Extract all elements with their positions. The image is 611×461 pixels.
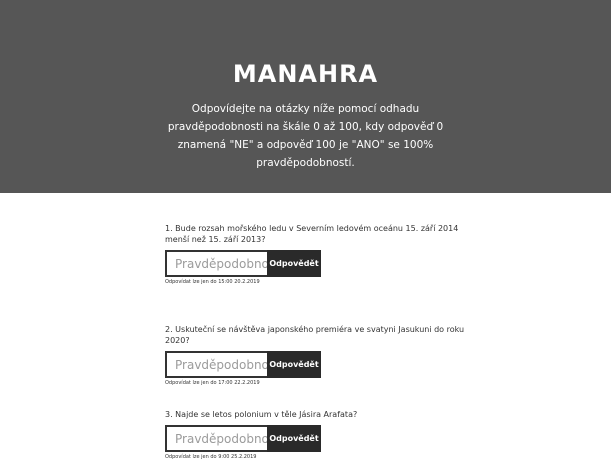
- answer-button[interactable]: Odpovědět: [267, 250, 321, 277]
- answer-row: Odpovědět: [165, 351, 465, 378]
- question-text: 3. Najde se letos polonium v těle Jásira…: [165, 410, 358, 419]
- question-block: 3. Najde se letos polonium v těle Jásira…: [165, 409, 465, 460]
- header-banner: MANAHRA Odpovídejte na otázky níže pomoc…: [0, 0, 611, 193]
- probability-input[interactable]: [165, 425, 267, 452]
- answer-button[interactable]: Odpovědět: [267, 351, 321, 378]
- page-title: MANAHRA: [232, 60, 379, 88]
- question-text: 2. Uskuteční se návštěva japonského prem…: [165, 325, 465, 345]
- deadline-note: Odpovídat lze jen do 17:00 22.2.2019: [165, 380, 260, 386]
- question-text: 1. Bude rozsah mořského ledu v Severním …: [165, 224, 459, 244]
- question-block: 2. Uskuteční se návštěva japonského prem…: [165, 324, 465, 386]
- answer-button[interactable]: Odpovědět: [267, 425, 321, 452]
- deadline-note: Odpovídat lze jen do 15:00 20.2.2019: [165, 279, 260, 285]
- probability-input[interactable]: [165, 250, 267, 277]
- answer-row: Odpovědět: [165, 425, 465, 452]
- page-description: Odpovídejte na otázky níže pomocí odhadu…: [167, 103, 444, 169]
- question-block: 1. Bude rozsah mořského ledu v Severním …: [165, 223, 465, 285]
- deadline-note: Odpovídat lze jen do 9:00 25.2.2019: [165, 454, 257, 460]
- probability-input[interactable]: [165, 351, 267, 378]
- answer-row: Odpovědět: [165, 250, 465, 277]
